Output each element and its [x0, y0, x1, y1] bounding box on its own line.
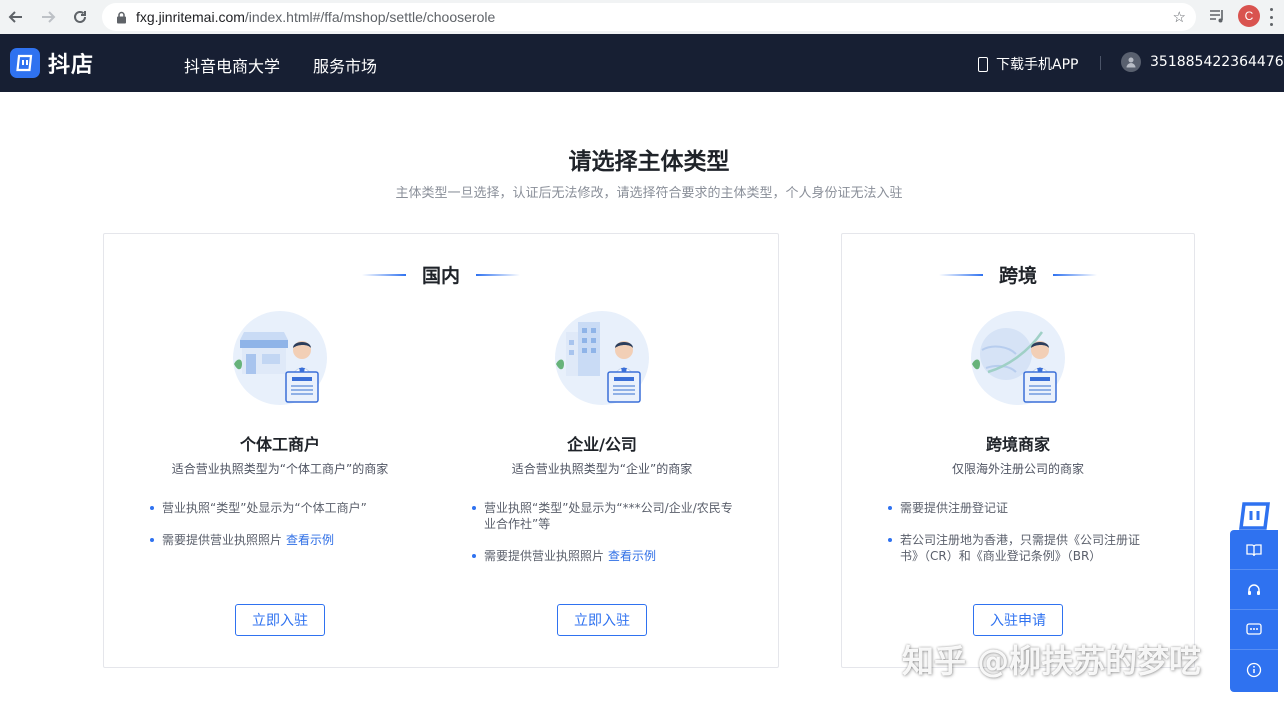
requirement-text: 需要提供注册登记证 [900, 501, 1009, 515]
address-bar[interactable]: fxg.jinritemai.com/index.html#/ffa/mshop… [102, 3, 1196, 31]
reload-icon[interactable] [68, 5, 92, 29]
requirement-item: 营业执照“类型”处显示为“***公司/企业/农民专业合作社”等 [472, 500, 742, 532]
option-individual-business: 个体工商户 适合营业执照类型为“个体工商户”的商家 营业执照“类型”处显示为“个… [134, 234, 426, 667]
apply-entry-button[interactable]: 入驻申请 [973, 604, 1063, 636]
browser-toolbar: fxg.jinritemai.com/index.html#/ffa/mshop… [0, 0, 1284, 34]
requirement-list: 营业执照“类型”处显示为“个体工商户” 需要提供营业执照照片 查看示例 [150, 500, 420, 564]
bookmark-star-icon[interactable]: ☆ [1173, 8, 1186, 26]
option-description: 适合营业执照类型为“企业”的商家 [511, 462, 693, 476]
floating-brand-icon[interactable] [1237, 499, 1273, 533]
requirement-text: 若公司注册地为香港，只需提供《公司注册证书》（CR）和《商业登记条例》（BR） [900, 533, 1141, 563]
user-menu[interactable]: 3518854223644760 [1121, 52, 1284, 72]
view-example-link[interactable]: 查看示例 [286, 533, 334, 547]
requirement-item: 若公司注册地为香港，只需提供《公司注册证书》（CR）和《商业登记条例》（BR） [888, 532, 1158, 564]
view-example-link[interactable]: 查看示例 [608, 549, 656, 563]
domestic-card: 国内 个体工商户 适合营业执照类型为“个体工商户”的商家 营业执照“类型”处显示… [103, 233, 779, 668]
url-path: /index.html#/ffa/mshop/settle/chooserole [244, 9, 496, 25]
requirement-item: 需要提供营业执照照片 查看示例 [150, 532, 420, 548]
logo-text: 抖店 [48, 53, 95, 78]
media-control-icon[interactable] [1207, 6, 1227, 26]
download-app-link[interactable]: 下载手机APP [978, 54, 1078, 74]
cross-border-card: 跨境 跨境商家 仅限海外注册公司的商家 需要提供注册登记证 若公司注册地为香港，… [841, 233, 1195, 668]
message-icon[interactable] [1230, 610, 1278, 650]
phone-icon [978, 56, 988, 72]
site-header: 抖店 抖音电商大学 服务市场 下载手机APP 3518854223644760 [0, 34, 1284, 92]
option-enterprise: 企业/公司 适合营业执照类型为“企业”的商家 营业执照“类型”处显示为“***公… [456, 234, 748, 667]
book-icon[interactable] [1230, 530, 1278, 570]
storefront-illustration-icon [230, 310, 330, 410]
url-text: fxg.jinritemai.com/index.html#/ffa/mshop… [136, 9, 495, 25]
option-cross-border-merchant: 跨境商家 仅限海外注册公司的商家 需要提供注册登记证 若公司注册地为香港，只需提… [872, 234, 1164, 667]
requirement-item: 营业执照“类型”处显示为“个体工商户” [150, 500, 420, 516]
back-arrow-icon[interactable] [4, 5, 28, 29]
nav-service-market[interactable]: 服务市场 [313, 53, 377, 77]
enter-now-button[interactable]: 立即入驻 [235, 604, 325, 636]
browser-menu-icon[interactable] [1270, 8, 1274, 26]
url-host: fxg.jinritemai.com [136, 9, 245, 25]
page-subtitle: 主体类型一旦选择，认证后无法修改，请选择符合要求的主体类型，个人身份证无法入驻 [395, 186, 903, 201]
option-name: 企业/公司 [567, 435, 637, 454]
globe-illustration-icon [968, 310, 1068, 410]
header-divider [1100, 56, 1101, 70]
floating-toolbar [1230, 530, 1278, 692]
doudian-logo-icon [10, 48, 40, 78]
option-description: 仅限海外注册公司的商家 [951, 462, 1084, 476]
headset-icon[interactable] [1230, 570, 1278, 610]
lock-icon[interactable] [114, 10, 128, 24]
info-icon[interactable] [1230, 650, 1278, 690]
requirement-item: 需要提供营业执照照片 查看示例 [472, 548, 742, 564]
page-title: 请选择主体类型 [568, 149, 730, 175]
forward-arrow-icon[interactable] [36, 5, 60, 29]
option-name: 个体工商户 [239, 435, 320, 454]
domestic-heading-text: 国内 [421, 265, 460, 287]
office-building-illustration-icon [552, 310, 652, 410]
requirement-item: 需要提供注册登记证 [888, 500, 1158, 516]
enter-now-button[interactable]: 立即入驻 [557, 604, 647, 636]
user-avatar-icon [1121, 52, 1141, 72]
download-app-label: 下载手机APP [996, 57, 1079, 73]
user-id: 3518854223644760 [1150, 54, 1284, 70]
option-name: 跨境商家 [985, 435, 1050, 454]
requirement-text: 需要提供营业执照照片 [162, 533, 283, 547]
requirement-list: 需要提供注册登记证 若公司注册地为香港，只需提供《公司注册证书》（CR）和《商业… [888, 500, 1158, 580]
requirement-text: 营业执照“类型”处显示为“***公司/企业/农民专业合作社”等 [484, 501, 733, 531]
option-description: 适合营业执照类型为“个体工商户”的商家 [171, 462, 389, 476]
requirement-text: 营业执照“类型”处显示为“个体工商户” [162, 501, 367, 515]
profile-avatar[interactable]: C [1238, 5, 1260, 27]
nav-ecommerce-university[interactable]: 抖音电商大学 [184, 53, 280, 77]
requirement-list: 营业执照“类型”处显示为“***公司/企业/农民专业合作社”等 需要提供营业执照… [472, 500, 742, 580]
requirement-text: 需要提供营业执照照片 [484, 549, 605, 563]
logo[interactable]: 抖店 [10, 47, 94, 79]
